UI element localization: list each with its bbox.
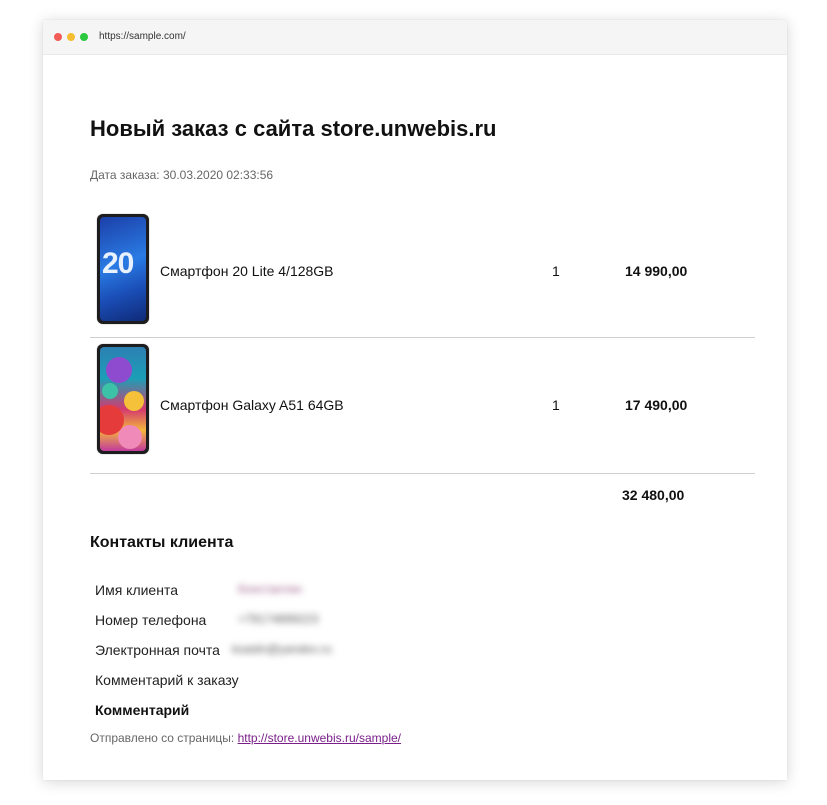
contact-label: Комментарий — [95, 702, 190, 718]
close-window-button[interactable] — [54, 33, 62, 41]
order-title: Новый заказ с сайта store.unwebis.ru — [90, 116, 497, 141]
address-bar[interactable]: https://sample.com/ — [99, 31, 186, 42]
contact-label: Номер телефона — [95, 612, 207, 628]
wallpaper-shape — [124, 391, 144, 411]
phone-screen-text: 20 — [102, 247, 134, 280]
phone-screen — [100, 347, 146, 451]
order-total: 32 480,00 — [622, 487, 685, 503]
source-page-link[interactable]: http://store.unwebis.ru/sample/ — [238, 731, 401, 745]
contact-value-blurred: +79174899223 — [238, 612, 319, 626]
contact-value-blurred: ksaidn@yandex.ru — [232, 642, 332, 656]
order-item-row: Смартфон Galaxy A51 64GB 1 17 490,00 — [90, 338, 755, 474]
item-name: Смартфон Galaxy A51 64GB — [160, 397, 344, 413]
item-quantity: 1 — [552, 397, 560, 413]
order-date: Дата заказа: 30.03.2020 02:33:56 — [90, 168, 274, 182]
contact-label: Имя клиента — [95, 582, 178, 598]
phone-screen: 20 — [100, 217, 146, 321]
contact-value-blurred: Константин — [238, 582, 302, 596]
wallpaper-shape — [102, 383, 118, 399]
honor-20-lite-phone-image: 20 — [97, 214, 149, 324]
wallpaper-shape — [106, 357, 132, 383]
sent-from-line: Отправлено со страницы: http://store.unw… — [90, 731, 401, 745]
item-quantity: 1 — [552, 263, 560, 279]
galaxy-a51-phone-image — [97, 344, 149, 454]
item-price: 14 990,00 — [625, 263, 688, 279]
minimize-window-button[interactable] — [67, 33, 75, 41]
sent-from-label: Отправлено со страницы: — [90, 731, 238, 745]
item-name: Смартфон 20 Lite 4/128GB — [160, 263, 334, 279]
wallpaper-shape — [118, 425, 142, 449]
contact-label: Электронная почта — [95, 642, 220, 658]
maximize-window-button[interactable] — [80, 33, 88, 41]
browser-window: https://sample.com/ Новый заказ с сайта … — [43, 20, 787, 780]
item-price: 17 490,00 — [625, 397, 688, 413]
contact-label: Комментарий к заказу — [95, 672, 239, 688]
contacts-title: Контакты клиента — [90, 534, 234, 551]
order-item-row: 20 Смартфон 20 Lite 4/128GB 1 14 990,00 — [90, 204, 755, 338]
browser-titlebar: https://sample.com/ — [43, 20, 787, 55]
